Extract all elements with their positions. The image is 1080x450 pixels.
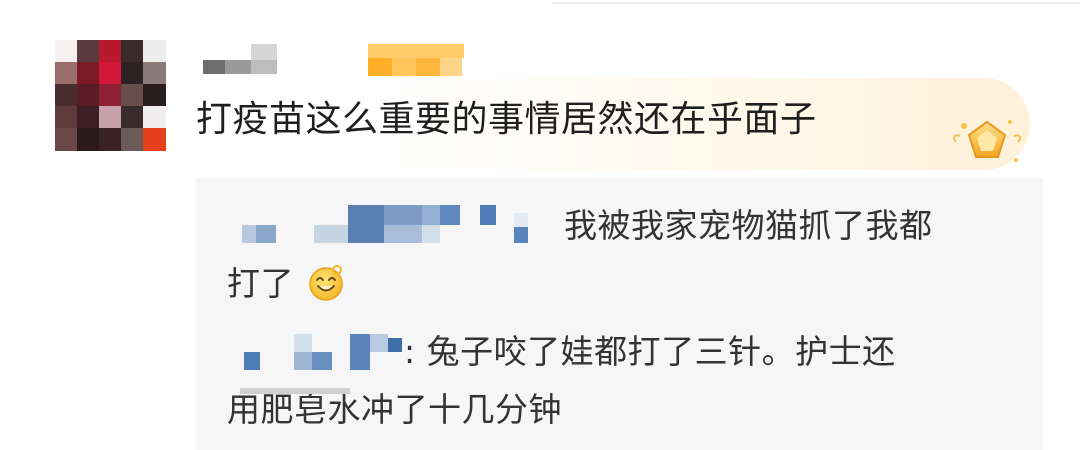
reply-username-mosaic[interactable]	[238, 203, 538, 247]
avatar[interactable]	[55, 40, 167, 152]
reply-username-mosaic-2[interactable]	[238, 330, 418, 374]
reply-text-line-1: 我被我家宠物猫抓了我都	[564, 206, 933, 245]
reply-text-line-1: : 兔子咬了娃都打了三针。护士还	[404, 332, 896, 371]
vip-tag-mosaic	[368, 40, 464, 80]
mosaic-overlay-strip	[240, 382, 350, 396]
main-comment-text: 打疫苗这么重要的事情居然还在乎面子	[196, 99, 817, 140]
reply-text-line-2: 打了	[227, 264, 294, 303]
divider-line	[552, 2, 1080, 4]
smile-emoji-icon	[309, 265, 343, 301]
username-mosaic[interactable]	[203, 42, 283, 78]
pentagon-star-badge-icon	[952, 120, 1022, 162]
